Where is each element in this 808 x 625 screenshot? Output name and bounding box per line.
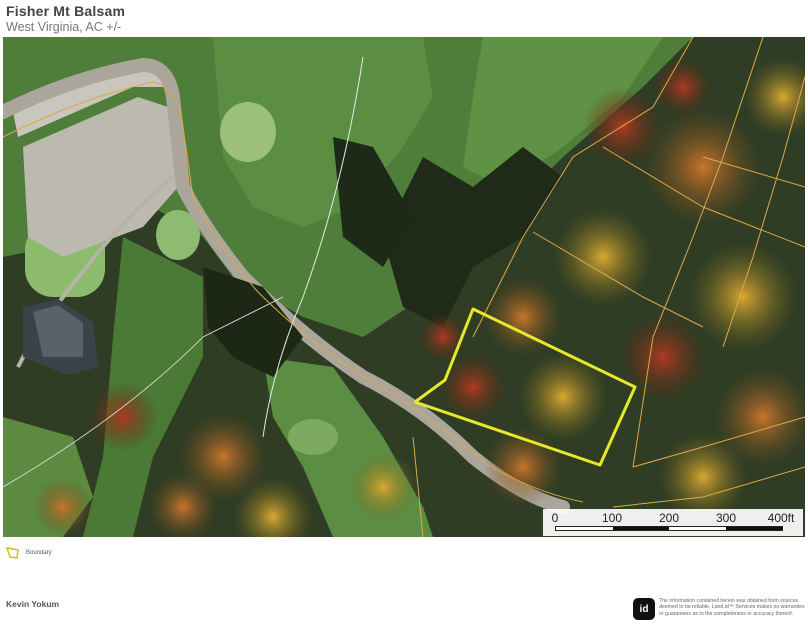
aerial-map[interactable]: 0 100 200 300 400ft [3,37,805,537]
legend-label-boundary: Boundary [26,550,52,556]
scale-track [555,526,783,531]
boundary-legend-icon [6,547,19,559]
scale-label-200: 200 [658,511,680,525]
scale-label-300: 300 [715,511,737,525]
map-legend: Boundary [6,547,52,559]
scale-segment [556,527,613,530]
scale-bar: 0 100 200 300 400ft [543,509,803,536]
aerial-imagery [3,37,805,537]
scale-label-100: 100 [601,511,623,525]
scale-label-0: 0 [551,511,559,525]
scale-segment [725,527,782,530]
landid-logo-icon: id [633,598,655,620]
property-title: Fisher Mt Balsam [6,3,126,19]
property-location: West Virginia, AC +/- [6,20,122,34]
scale-label-400ft: 400ft [767,511,795,525]
disclaimer-text: The information contained herein was obt… [659,598,805,617]
scale-segment [669,527,726,530]
map-header: Fisher Mt Balsam West Virginia, AC +/- [6,3,125,34]
footer-brand: id The information contained herein was … [633,598,808,620]
scale-segment [612,527,669,530]
author-name: Kevin Yokum [6,599,60,609]
scale-labels: 0 100 200 300 400ft [543,511,803,525]
